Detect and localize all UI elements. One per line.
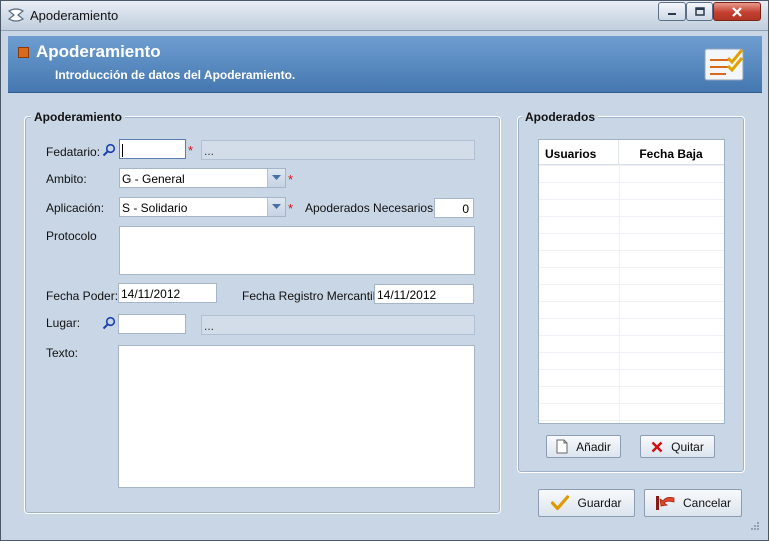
fecha-registro-input[interactable]: 14/11/2012	[374, 284, 474, 304]
apoderados-necesarios-input[interactable]: 0	[434, 198, 474, 218]
fedatario-required-marker: *	[188, 143, 194, 158]
close-button[interactable]	[713, 2, 761, 21]
fedatario-description-field: ...	[201, 140, 475, 160]
window-title: Apoderamiento	[30, 8, 119, 23]
app-icon	[7, 8, 25, 22]
ambito-select[interactable]: G - General	[119, 168, 286, 188]
column-header-usuarios[interactable]: Usuarios	[539, 140, 619, 164]
add-apoderado-label: Añadir	[576, 439, 611, 454]
new-document-icon	[556, 439, 568, 454]
maximize-icon	[694, 7, 705, 16]
checkmark-icon	[551, 495, 570, 511]
grid-rows[interactable]	[539, 165, 724, 423]
remove-apoderado-button[interactable]: Quitar	[640, 435, 715, 458]
aplicacion-label: Aplicación:	[46, 201, 105, 215]
undo-arrow-icon	[655, 496, 675, 510]
ambito-dropdown-button[interactable]	[267, 169, 285, 187]
apoderados-group-label: Apoderados	[522, 110, 599, 124]
fedatario-input[interactable]	[119, 139, 186, 159]
resize-grip-icon[interactable]	[750, 521, 760, 531]
aplicacion-required-marker: *	[288, 201, 294, 216]
minimize-icon	[668, 12, 676, 15]
save-button[interactable]: Guardar	[538, 489, 635, 517]
lugar-description-field: ...	[201, 315, 475, 335]
apoderados-necesarios-label: Apoderados Necesarios:	[305, 201, 437, 215]
ambito-value: G - General	[122, 172, 185, 186]
apoderados-grid[interactable]: Usuarios Fecha Baja	[538, 139, 725, 424]
cancel-button-label: Cancelar	[682, 496, 732, 510]
fecha-poder-input[interactable]: 14/11/2012	[118, 283, 217, 303]
lugar-input[interactable]	[118, 314, 186, 334]
protocolo-label: Protocolo	[46, 229, 97, 243]
fedatario-label: Fedatario:	[46, 145, 101, 159]
close-icon	[732, 6, 742, 17]
dialog-body: Apoderamiento Apoderados Fedatario: * ..…	[8, 93, 762, 533]
text-caret	[122, 144, 123, 158]
chevron-down-icon	[272, 204, 281, 209]
apoderamiento-group-label: Apoderamiento	[31, 110, 126, 124]
add-apoderado-button[interactable]: Añadir	[546, 435, 621, 458]
title-bar[interactable]: Apoderamiento	[1, 1, 768, 31]
checklist-icon	[704, 48, 744, 81]
fecha-registro-label: Fecha Registro Mercantil:	[242, 289, 379, 303]
aplicacion-select[interactable]: S - Solidario	[119, 197, 286, 217]
ambito-required-marker: *	[288, 172, 294, 187]
apoderamiento-window: Apoderamiento Apoderamiento Introducción…	[0, 0, 769, 541]
cancel-button[interactable]: Cancelar	[644, 489, 742, 517]
lugar-search-icon[interactable]	[102, 316, 116, 330]
protocolo-textarea[interactable]	[119, 226, 475, 275]
column-header-fecha-baja[interactable]: Fecha Baja	[619, 140, 723, 164]
header-title: Apoderamiento	[36, 42, 161, 61]
maximize-button[interactable]	[686, 2, 713, 21]
save-button-label: Guardar	[577, 496, 622, 510]
lugar-label: Lugar:	[46, 316, 81, 330]
remove-apoderado-label: Quitar	[671, 439, 704, 454]
texto-label: Texto:	[46, 346, 79, 360]
aplicacion-dropdown-button[interactable]	[267, 198, 285, 216]
header-bullet-icon	[18, 47, 29, 58]
fecha-poder-label: Fecha Poder:	[46, 289, 119, 303]
delete-x-icon	[651, 441, 663, 452]
chevron-down-icon	[272, 175, 281, 180]
header-subtitle: Introducción de datos del Apoderamiento.	[55, 68, 296, 82]
aplicacion-value: S - Solidario	[122, 201, 188, 215]
fedatario-search-icon[interactable]	[102, 143, 116, 157]
texto-textarea[interactable]	[118, 345, 475, 488]
ambito-label: Ambito:	[46, 172, 87, 186]
header-banner: Apoderamiento Introducción de datos del …	[8, 36, 762, 93]
minimize-button[interactable]	[658, 2, 686, 21]
grid-header: Usuarios Fecha Baja	[539, 140, 724, 165]
